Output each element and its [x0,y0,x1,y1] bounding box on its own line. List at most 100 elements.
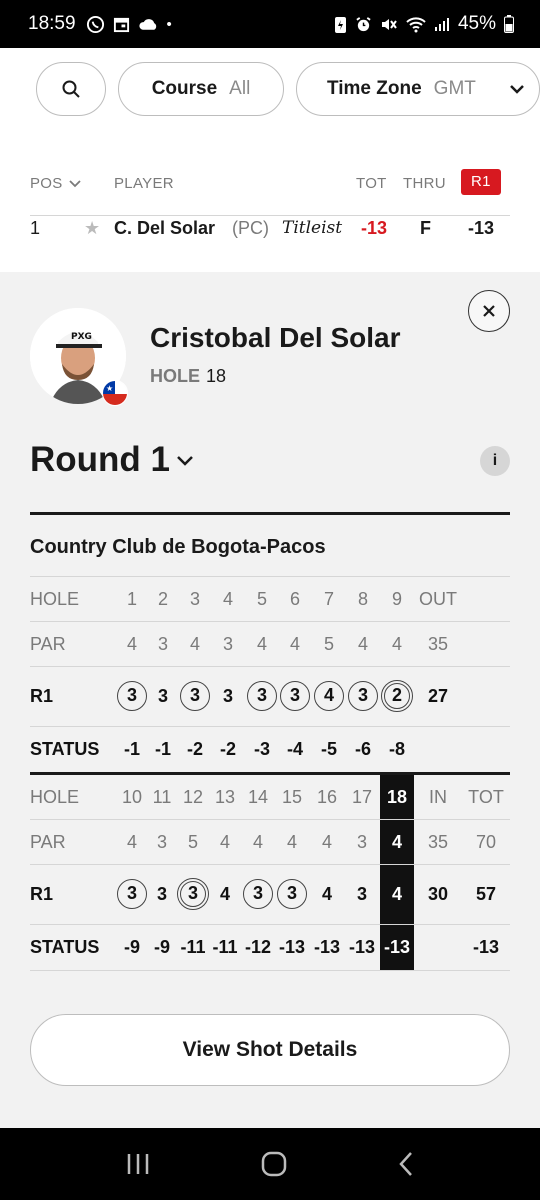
row-player-tag: (PC) [232,218,269,238]
par-score: 3 [356,884,368,904]
score-in: 30 [427,884,449,904]
par-value: 5 [323,634,335,654]
score-out: 27 [427,686,449,706]
timezone-filter-value: GMT [433,78,476,99]
row-player-name[interactable]: C. Del Solar [114,218,215,238]
status-tot: -13 [472,937,500,957]
view-shot-details-button[interactable]: View Shot Details [30,1014,510,1086]
par-tot: 70 [475,832,497,852]
par-value: 4 [391,634,403,654]
cloud-icon [138,18,156,30]
row-round: -13 [468,218,495,238]
par-value: 4 [219,832,231,852]
score-tot: 57 [475,884,497,904]
mute-icon [381,18,397,30]
chevron-down-icon [177,455,193,466]
chevron-down-icon [69,180,81,188]
hole-number: 6 [289,589,301,609]
hole-number: 7 [323,589,335,609]
status-time: 18:59 [28,13,76,34]
hole-number: 14 [247,787,269,807]
back-status-row: STATUS -9 -9 -11 -11 -12 -13 -13 -13 -13… [30,925,510,971]
search-button[interactable] [36,62,106,116]
hole-number: 17 [351,787,373,807]
status-value: -1 [154,739,172,759]
current-hole-status: -13 [383,937,411,957]
birdie-score: 3 [117,879,147,909]
round-row-label: R1 [30,884,54,904]
row-position: 1 [30,218,41,238]
info-button[interactable]: i [480,446,510,476]
back-icon[interactable] [397,1150,415,1178]
birdie-score: 3 [117,681,147,711]
timezone-filter[interactable]: Time Zone GMT [296,62,540,116]
current-hole: HOLE 18 [150,366,226,387]
leaderboard-row[interactable]: 1 ★ C. Del Solar (PC) Titleist -13 F -13 [30,218,510,252]
par-out: 35 [427,634,449,654]
dot-icon: • [166,15,172,33]
battery-percent: 45% [457,13,496,34]
par-in: 35 [427,832,449,852]
status-bar: 18:59 • 45% [0,0,540,48]
hole-row-label: HOLE [30,589,80,609]
hole-number: 5 [256,589,268,609]
birdie-score: 3 [243,879,273,909]
front-hole-row: HOLE 1 2 3 4 5 6 7 8 9 OUT [30,577,510,622]
birdie-score: 3 [180,681,210,711]
status-value: -13 [278,937,306,957]
hole-number: 3 [189,589,201,609]
hole-value: 18 [206,366,227,386]
status-value: -9 [153,937,171,957]
par-value: 4 [126,832,138,852]
course-filter-label: Course [151,78,218,99]
star-icon[interactable]: ★ [84,218,100,238]
front-score-row: R1 3 3 3 3 3 3 4 3 2 27 [30,667,510,727]
par-score: 4 [219,884,231,904]
current-hole-score: 4 [391,884,403,904]
in-label: IN [429,787,447,807]
pos-sort-header[interactable]: POS [30,172,81,196]
hole-label: HOLE [150,366,201,386]
hole-number: 8 [357,589,369,609]
signal-icon [434,18,449,31]
status-value: -1 [123,739,141,759]
par-value: 4 [252,832,264,852]
close-button[interactable] [468,290,510,332]
tot-label: TOT [468,787,504,807]
hole-number: 16 [316,787,338,807]
par-value: 4 [286,832,298,852]
player-header: PLAYER [114,175,174,192]
back-hole-row: HOLE 10 11 12 13 14 15 16 17 18 IN TOT [30,775,510,820]
round-header[interactable]: R1 [461,169,501,195]
round-row-label: R1 [30,686,54,706]
course-filter[interactable]: Course All [118,62,284,116]
pos-header-label: POS [30,175,63,192]
status-value: -5 [320,739,338,759]
hole-number: 9 [391,589,403,609]
svg-text:PXG: PXG [71,332,92,342]
system-nav-bar [0,1128,540,1200]
home-icon[interactable] [261,1151,287,1177]
hole-number: 4 [222,589,234,609]
hole-number: 2 [157,589,169,609]
back-score-row: R1 3 3 3 4 3 3 4 3 4 30 57 [30,865,510,925]
hole-number: 11 [152,787,172,807]
back-par-row: PAR 4 3 5 4 4 4 4 3 4 35 70 [30,820,510,865]
scorecard-back-nine: HOLE 10 11 12 13 14 15 16 17 18 IN TOT P… [30,775,510,971]
tot-header: TOT [356,175,387,192]
chevron-down-icon [510,85,524,94]
course-filter-value: All [229,78,251,99]
hole-number: 13 [214,787,236,807]
battery-icon [504,15,514,33]
hole-number: 1 [126,589,138,609]
svg-text:★: ★ [106,384,113,393]
birdie-score: 3 [280,681,310,711]
birdie-score: 3 [277,879,307,909]
player-full-name: Cristobal Del Solar [150,322,401,353]
round-selector-label: Round 1 [30,440,170,479]
front-par-row: PAR 4 3 4 3 4 4 5 4 4 35 [30,622,510,667]
par-score: 3 [157,686,169,706]
round-selector[interactable]: Round 1 [30,440,194,480]
recent-apps-icon[interactable] [125,1152,151,1176]
scorecard: Country Club de Bogota-Pacos HOLE 1 2 3 … [30,512,510,971]
